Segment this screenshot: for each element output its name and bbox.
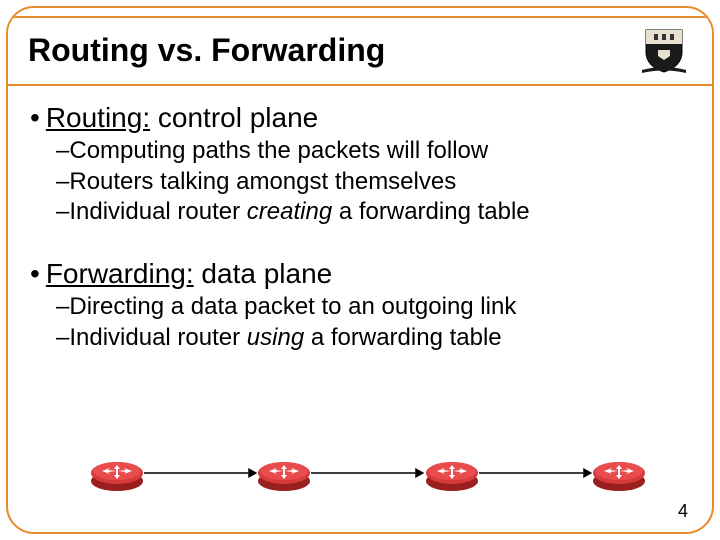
slide-frame: Routing vs. Forwarding •Routing: control… xyxy=(6,6,714,534)
arrow-right-icon xyxy=(144,472,257,474)
subbullet-text-post: a forwarding table xyxy=(332,198,529,225)
arrow-right-icon xyxy=(479,472,592,474)
bullet-routing-heading: •Routing: control plane xyxy=(30,102,698,134)
subbullet: –Routers talking amongst themselves xyxy=(56,167,698,198)
subbullet: –Individual router using a forwarding ta… xyxy=(56,323,698,354)
bullet-dot-icon: • xyxy=(30,102,40,133)
title-band: Routing vs. Forwarding xyxy=(6,16,714,86)
subbullet-text-em: using xyxy=(247,324,304,351)
dash-icon: – xyxy=(56,293,69,320)
subbullet-text: Routers talking amongst themselves xyxy=(69,168,456,195)
subbullet-text: Directing a data packet to an outgoing l… xyxy=(69,293,516,320)
bullet-forwarding-heading: •Forwarding: data plane xyxy=(30,258,698,290)
dash-icon: – xyxy=(56,168,69,195)
subbullet-text-em: creating xyxy=(247,198,332,225)
heading-rest: data plane xyxy=(194,258,333,289)
heading-term: Routing: xyxy=(46,102,150,133)
subbullet-text-pre: Individual router xyxy=(69,324,246,351)
slide-title: Routing vs. Forwarding xyxy=(28,32,385,69)
heading-term: Forwarding: xyxy=(46,258,194,289)
subbullet: –Directing a data packet to an outgoing … xyxy=(56,292,698,323)
router-icon xyxy=(590,453,648,493)
dash-icon: – xyxy=(56,198,69,225)
slide-body: •Routing: control plane –Computing paths… xyxy=(30,92,698,354)
page-number: 4 xyxy=(678,501,688,522)
router-diagram xyxy=(88,446,648,500)
subbullet: –Individual router creating a forwarding… xyxy=(56,197,698,228)
princeton-shield-icon xyxy=(636,26,692,74)
arrow-right-icon xyxy=(311,472,424,474)
router-icon xyxy=(423,453,481,493)
subbullet-text: Computing paths the packets will follow xyxy=(69,137,488,164)
bullet-dot-icon: • xyxy=(30,258,40,289)
router-icon xyxy=(88,453,146,493)
subbullet-text-pre: Individual router xyxy=(69,198,246,225)
subbullet-text-post: a forwarding table xyxy=(304,324,501,351)
router-icon xyxy=(255,453,313,493)
heading-rest: control plane xyxy=(150,102,318,133)
dash-icon: – xyxy=(56,137,69,164)
dash-icon: – xyxy=(56,324,69,351)
subbullet: –Computing paths the packets will follow xyxy=(56,136,698,167)
